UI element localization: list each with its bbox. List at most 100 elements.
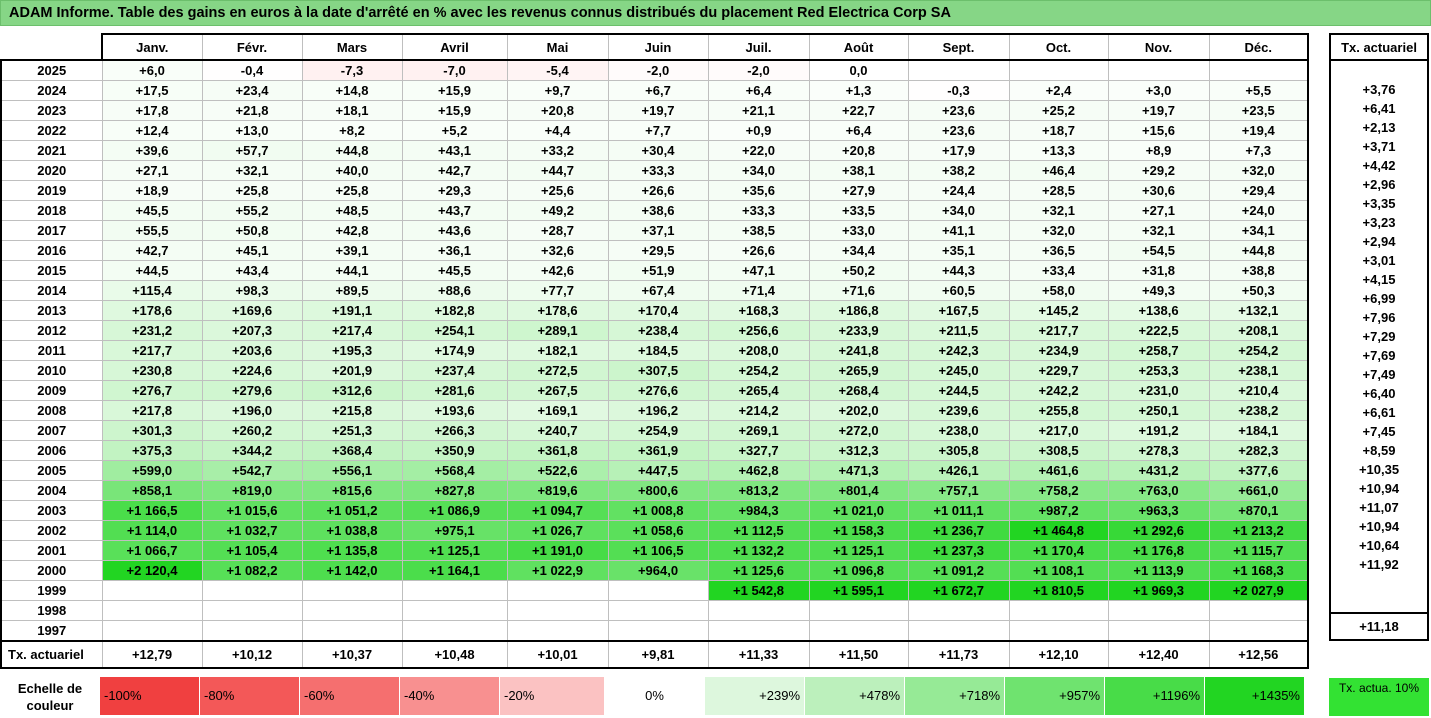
gain-cell: [607, 620, 709, 642]
gain-cell: +233,9: [808, 320, 909, 341]
gain-cell: +1 213,2: [1208, 520, 1309, 541]
gain-cell: +281,6: [401, 380, 508, 401]
gain-cell: +1 810,5: [1008, 580, 1109, 601]
gain-cell: [808, 620, 909, 642]
gain-cell: +1 094,7: [506, 500, 609, 521]
gain-cell: +23,6: [907, 100, 1010, 121]
gain-cell: +169,6: [201, 300, 303, 321]
month-header: Déc.: [1208, 33, 1309, 61]
gain-cell: +1 115,7: [1208, 540, 1309, 561]
gain-cell: +60,5: [907, 280, 1010, 301]
gain-cell: +599,0: [101, 460, 203, 481]
gain-cell: +15,9: [401, 80, 508, 101]
gain-cell: +42,6: [506, 260, 609, 281]
table-row: 2018 +45,5 +55,2 +48,5 +43,7 +49,2 +38,6 +33,3 +…: [0, 200, 1309, 221]
gain-cell: +32,1: [1008, 200, 1109, 221]
gain-cell: +71,4: [707, 280, 810, 301]
gain-cell: +3,0: [1107, 80, 1210, 101]
gain-cell: +174,9: [401, 340, 508, 361]
gain-cell: +2,4: [1008, 80, 1109, 101]
gain-cell: +178,6: [101, 300, 203, 321]
gain-cell: [607, 600, 709, 621]
gain-cell: +36,5: [1008, 240, 1109, 261]
table-row: 2017 +55,5 +50,8 +42,8 +43,6 +28,7 +37,1 +38,5 +…: [0, 220, 1309, 241]
gain-cell: +6,4: [808, 120, 909, 141]
gain-cell: +14,8: [301, 80, 403, 101]
corner-cell: [1, 34, 103, 61]
gain-cell: [1008, 600, 1109, 621]
gain-cell: +312,6: [301, 380, 403, 401]
gain-cell: +50,8: [201, 220, 303, 241]
month-header: Sept.: [907, 33, 1010, 61]
gain-cell: [401, 580, 508, 601]
gain-cell: -7,3: [301, 59, 403, 81]
year-cell: 1999: [0, 580, 103, 601]
gain-cell: +6,0: [101, 59, 203, 81]
gain-cell: [1208, 59, 1309, 81]
gain-cell: [101, 600, 203, 621]
gain-cell: +813,2: [707, 480, 810, 501]
footer-label: Tx. actuariel: [0, 640, 103, 669]
year-cell: 2010: [0, 360, 103, 381]
gain-cell: +201,9: [301, 360, 403, 381]
month-header: Mars: [301, 33, 403, 61]
month-header: Janv.: [101, 33, 203, 61]
table-row: 2014 +115,4 +98,3 +89,5 +88,6 +77,7 +67,4 +71,4…: [0, 280, 1309, 301]
gain-cell: +255,8: [1008, 400, 1109, 421]
table-row: 2015 +44,5 +43,4 +44,1 +45,5 +42,6 +51,9 +47,1 +…: [0, 260, 1309, 281]
year-cell: 2013: [0, 300, 103, 321]
table-row: 2013 +178,6 +169,6 +191,1 +182,8 +178,6 +170,4…: [0, 300, 1309, 321]
table-row: 2019 +18,9 +25,8 +25,8 +29,3 +25,6 +26,6 +35,6 +…: [0, 180, 1309, 201]
gain-cell: +34,1: [1208, 220, 1309, 241]
gain-cell: +1 011,1: [907, 500, 1010, 521]
gain-cell: +35,6: [707, 180, 810, 201]
month-header: Juil.: [707, 33, 810, 61]
gain-cell: [101, 620, 203, 642]
gain-cell: +23,5: [1208, 100, 1309, 121]
gain-cell: [201, 580, 303, 601]
gain-cell: +1 672,7: [907, 580, 1010, 601]
gain-cell: +21,8: [201, 100, 303, 121]
gain-cell: +22,0: [707, 140, 810, 161]
gain-cell: +217,4: [301, 320, 403, 341]
gain-cell: +1 112,5: [707, 520, 810, 541]
gain-cell: +38,8: [1208, 260, 1309, 281]
year-cell: 2022: [0, 120, 103, 141]
tx-actuariel-column: Tx. actuariel +3,76 +6,41 +2,13 +3,71 +4,42 +2…: [1329, 33, 1429, 641]
legend-swatch: -100%: [100, 677, 200, 715]
legend-swatch: +239%: [705, 677, 805, 715]
year-cell: 1997: [0, 620, 103, 642]
tx-cell: +10,64: [1329, 536, 1429, 555]
gain-cell: +447,5: [607, 460, 709, 481]
gain-cell: +1 125,6: [707, 560, 810, 581]
gain-cell: +568,4: [401, 460, 508, 481]
gain-cell: +12,4: [101, 120, 203, 141]
table-row: 2023 +17,8 +21,8 +18,1 +15,9 +20,8 +19,7 +21,1 +…: [0, 100, 1309, 121]
gain-cell: -5,4: [506, 59, 609, 81]
gain-cell: +25,2: [1008, 100, 1109, 121]
gain-cell: +1 106,5: [607, 540, 709, 561]
color-scale-legend: Echelle de couleur -100% -80% -60% -40% -20%…: [0, 677, 1305, 717]
tx-cell: +4,15: [1329, 270, 1429, 289]
gain-cell: +29,5: [607, 240, 709, 261]
legend-swatch: +718%: [905, 677, 1005, 715]
table-row: 2008 +217,8 +196,0 +215,8 +193,6 +169,1 +196,2…: [0, 400, 1309, 421]
gain-cell: +44,8: [1208, 240, 1309, 261]
gain-cell: [401, 600, 508, 621]
gain-cell: +1 096,8: [808, 560, 909, 581]
month-header: Oct.: [1008, 33, 1109, 61]
gain-cell: +431,2: [1107, 460, 1210, 481]
gain-cell: +168,3: [707, 300, 810, 321]
gain-cell: +661,0: [1208, 480, 1309, 501]
gain-cell: +1 091,2: [907, 560, 1010, 581]
gain-cell: +975,1: [401, 520, 508, 541]
tx-cell: +3,01: [1329, 251, 1429, 270]
year-cell: 2007: [0, 420, 103, 441]
gain-cell: +272,5: [506, 360, 609, 381]
gain-cell: +1 021,0: [808, 500, 909, 521]
gain-cell: +1 125,1: [401, 540, 508, 561]
gain-cell: +238,1: [1208, 360, 1309, 381]
legend-swatch: -60%: [300, 677, 400, 715]
gain-cell: +55,5: [101, 220, 203, 241]
gain-cell: +98,3: [201, 280, 303, 301]
